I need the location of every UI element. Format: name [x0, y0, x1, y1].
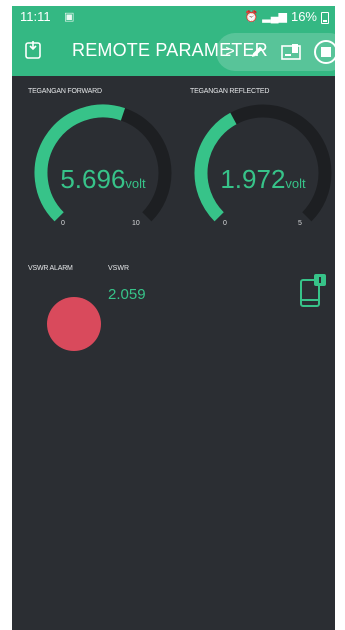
app-bar: REMOTE PARAMETER >	[12, 28, 335, 76]
vswr-label: VSWR	[108, 265, 129, 272]
gauge-reflected-readout: 1.972volt	[188, 164, 335, 195]
alarm-icon: ⏰	[244, 11, 259, 23]
battery-icon	[321, 11, 329, 24]
gauge-forward-value: 5.696	[60, 164, 126, 194]
exit-icon[interactable]	[23, 40, 43, 60]
status-indicators: ⏰ ▂▄▆ 16%	[245, 9, 329, 24]
phone-notification-icon[interactable]	[298, 274, 328, 308]
toolbar: >	[216, 33, 335, 71]
chevron-right-icon[interactable]: >	[220, 33, 240, 71]
vswr-value: 2.059	[108, 286, 146, 303]
status-time: 11:11	[20, 9, 51, 24]
gauge-reflected-value: 1.972	[220, 164, 286, 194]
gauge-forward-max: 10	[132, 220, 140, 227]
signal-icon: ▂▄▆	[262, 11, 287, 23]
pencil-icon[interactable]	[244, 33, 270, 71]
stop-icon	[314, 40, 335, 64]
gauge-forward-label: TEGANGAN FORWARD	[28, 88, 102, 95]
status-bar: 11:11 ▣ ⏰ ▂▄▆ 16%	[12, 6, 335, 28]
gauge-reflected-label: TEGANGAN REFLECTED	[190, 88, 270, 95]
vswr-alarm-label: VSWR ALARM	[28, 265, 73, 272]
devices-icon[interactable]	[276, 33, 306, 71]
image-notification-icon: ▣	[64, 11, 75, 23]
battery-percent: 16%	[290, 9, 317, 24]
gauge-forward-readout: 5.696volt	[28, 164, 178, 195]
gauge-reflected-min: 0	[223, 220, 227, 227]
vswr-alarm-led	[47, 297, 101, 351]
gauge-reflected-unit: volt	[285, 176, 306, 191]
gauge-reflected-max: 5	[298, 220, 302, 227]
app-screen: 11:11 ▣ ⏰ ▂▄▆ 16% REMOTE PARAMETER > TEG…	[12, 6, 335, 630]
stop-button[interactable]	[312, 33, 335, 71]
gauge-forward-min: 0	[61, 220, 65, 227]
gauge-forward-unit: volt	[125, 176, 146, 191]
